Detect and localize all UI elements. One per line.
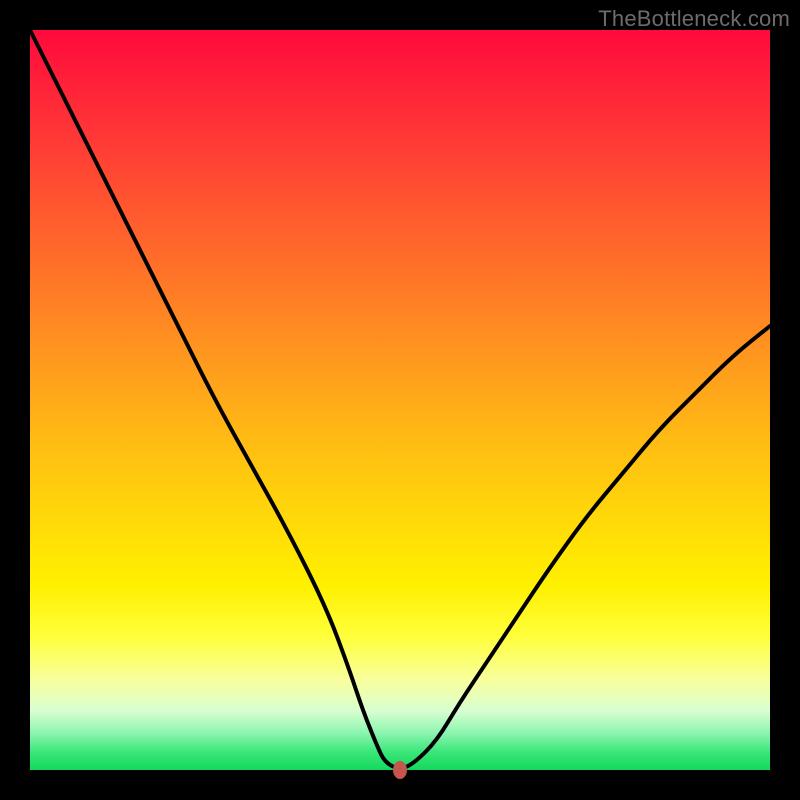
bottleneck-curve [30, 30, 770, 770]
optimal-point-marker [393, 761, 407, 779]
watermark-text: TheBottleneck.com [598, 6, 790, 32]
chart-frame: TheBottleneck.com [0, 0, 800, 800]
chart-plot-area [30, 30, 770, 770]
